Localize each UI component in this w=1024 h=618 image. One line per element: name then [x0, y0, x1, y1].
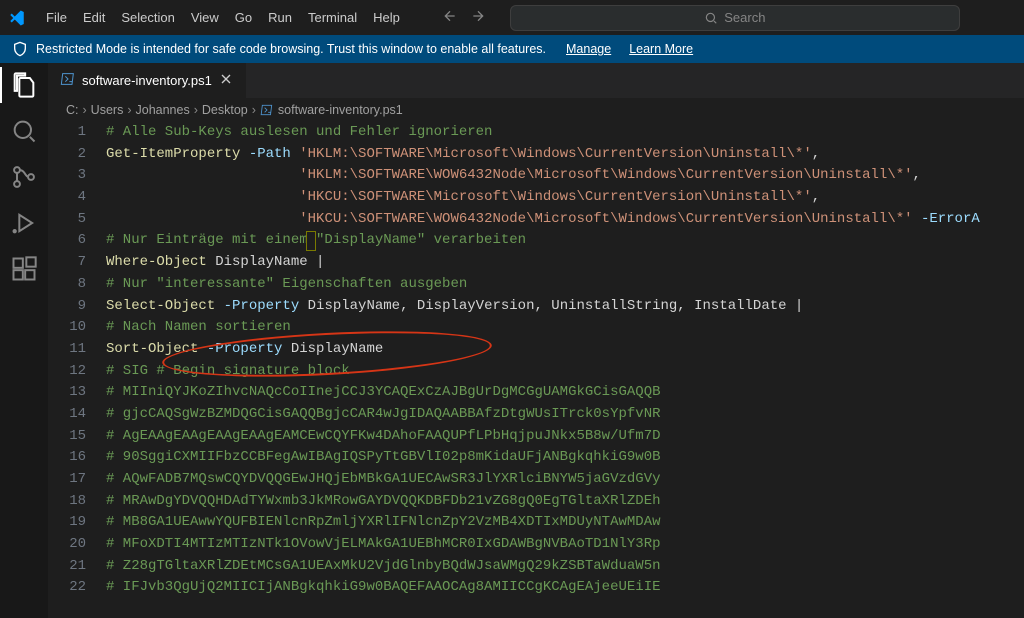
chevron-right-icon: ›: [127, 103, 131, 117]
code-line[interactable]: Sort-Object -Property DisplayName: [106, 339, 1024, 361]
shield-icon: [12, 41, 28, 57]
code-editor[interactable]: 12345678910111213141516171819202122 # Al…: [48, 122, 1024, 618]
chevron-right-icon: ›: [83, 103, 87, 117]
vscode-logo-icon: [8, 9, 26, 27]
explorer-icon[interactable]: [10, 71, 38, 99]
code-line[interactable]: # MRAwDgYDVQQHDAdTYWxmb3JkMRowGAYDVQQKDB…: [106, 491, 1024, 513]
menubar: FileEditSelectionViewGoRunTerminalHelp: [38, 6, 408, 29]
code-line[interactable]: # SIG # Begin signature block: [106, 361, 1024, 383]
menu-terminal[interactable]: Terminal: [300, 6, 365, 29]
code-line[interactable]: # 90SggiCXMIIFbzCCBFegAwIBAgIQSPyTtGBVlI…: [106, 447, 1024, 469]
tab-label: software-inventory.ps1: [82, 73, 212, 88]
code-line[interactable]: # AgEAAgEAAgEAAgEAAgEAMCEwCQYFKw4DAhoFAA…: [106, 426, 1024, 448]
code-line[interactable]: 'HKCU:\SOFTWARE\WOW6432Node\Microsoft\Wi…: [106, 209, 1024, 231]
breadcrumb-segment[interactable]: Users: [91, 103, 124, 117]
chevron-right-icon: ›: [194, 103, 198, 117]
menu-go[interactable]: Go: [227, 6, 260, 29]
menu-file[interactable]: File: [38, 6, 75, 29]
code-line[interactable]: # Z28gTGltaXRlZDEtMCsGA1UEAxMkU2VjdGlnby…: [106, 556, 1024, 578]
editor-tabs: software-inventory.ps1: [48, 63, 1024, 98]
tab-software-inventory[interactable]: software-inventory.ps1: [48, 63, 247, 98]
breadcrumb-segment[interactable]: C:: [66, 103, 79, 117]
menu-view[interactable]: View: [183, 6, 227, 29]
run-debug-icon[interactable]: [10, 209, 38, 237]
code-line[interactable]: # Nach Namen sortieren: [106, 317, 1024, 339]
nav-back-icon[interactable]: [442, 8, 458, 27]
code-line[interactable]: # MB8GA1UEAwwYQUFBIENlcnRpZmljYXRlIFNlcn…: [106, 512, 1024, 534]
close-icon[interactable]: [218, 71, 234, 90]
code-line[interactable]: # gjcCAQSgWzBZMDQGCisGAQQBgjcCAR4wJgIDAQ…: [106, 404, 1024, 426]
code-line[interactable]: # Nur "interessante" Eigenschaften ausge…: [106, 274, 1024, 296]
code-line[interactable]: # Alle Sub-Keys auslesen und Fehler igno…: [106, 122, 1024, 144]
manage-trust-link[interactable]: Manage: [566, 42, 611, 56]
powershell-file-icon: [60, 71, 76, 90]
code-line[interactable]: Where-Object DisplayName |: [106, 252, 1024, 274]
line-numbers: 12345678910111213141516171819202122: [48, 122, 106, 618]
code-line[interactable]: # Nur Einträge mit einem "DisplayName" v…: [106, 230, 1024, 252]
command-center-search[interactable]: Search: [510, 5, 960, 31]
code-content[interactable]: # Alle Sub-Keys auslesen und Fehler igno…: [106, 122, 1024, 618]
titlebar: FileEditSelectionViewGoRunTerminalHelp S…: [0, 0, 1024, 35]
restricted-mode-message: Restricted Mode is intended for safe cod…: [36, 42, 546, 56]
chevron-right-icon: ›: [252, 103, 256, 117]
breadcrumbs[interactable]: C: › Users › Johannes › Desktop › softwa…: [48, 98, 1024, 122]
code-line[interactable]: # IFJvb3QgUjQ2MIICIjANBgkqhkiG9w0BAQEFAA…: [106, 577, 1024, 599]
search-icon[interactable]: [10, 117, 38, 145]
code-line[interactable]: Get-ItemProperty -Path 'HKLM:\SOFTWARE\M…: [106, 144, 1024, 166]
menu-selection[interactable]: Selection: [113, 6, 182, 29]
nav-forward-icon[interactable]: [470, 8, 486, 27]
code-line[interactable]: Select-Object -Property DisplayName, Dis…: [106, 296, 1024, 318]
extensions-icon[interactable]: [10, 255, 38, 283]
powershell-file-icon: [260, 103, 274, 118]
menu-run[interactable]: Run: [260, 6, 300, 29]
code-line[interactable]: 'HKCU:\SOFTWARE\Microsoft\Windows\Curren…: [106, 187, 1024, 209]
menu-help[interactable]: Help: [365, 6, 408, 29]
restricted-mode-banner: Restricted Mode is intended for safe cod…: [0, 35, 1024, 63]
menu-edit[interactable]: Edit: [75, 6, 113, 29]
breadcrumb-file[interactable]: software-inventory.ps1: [278, 103, 403, 117]
breadcrumb-segment[interactable]: Johannes: [136, 103, 190, 117]
code-line[interactable]: # MFoXDTI4MTIzMTIzNTk1OVowVjELMAkGA1UEBh…: [106, 534, 1024, 556]
code-line[interactable]: # MIIniQYJKoZIhvcNAQcCoIInejCCJ3YCAQExCz…: [106, 382, 1024, 404]
learn-more-link[interactable]: Learn More: [629, 42, 693, 56]
source-control-icon[interactable]: [10, 163, 38, 191]
search-placeholder: Search: [724, 10, 765, 25]
code-line[interactable]: # AQwFADB7MQswCQYDVQQGEwJHQjEbMBkGA1UECA…: [106, 469, 1024, 491]
search-icon: [704, 11, 718, 25]
code-line[interactable]: 'HKLM:\SOFTWARE\WOW6432Node\Microsoft\Wi…: [106, 165, 1024, 187]
breadcrumb-segment[interactable]: Desktop: [202, 103, 248, 117]
activity-bar: [0, 63, 48, 618]
